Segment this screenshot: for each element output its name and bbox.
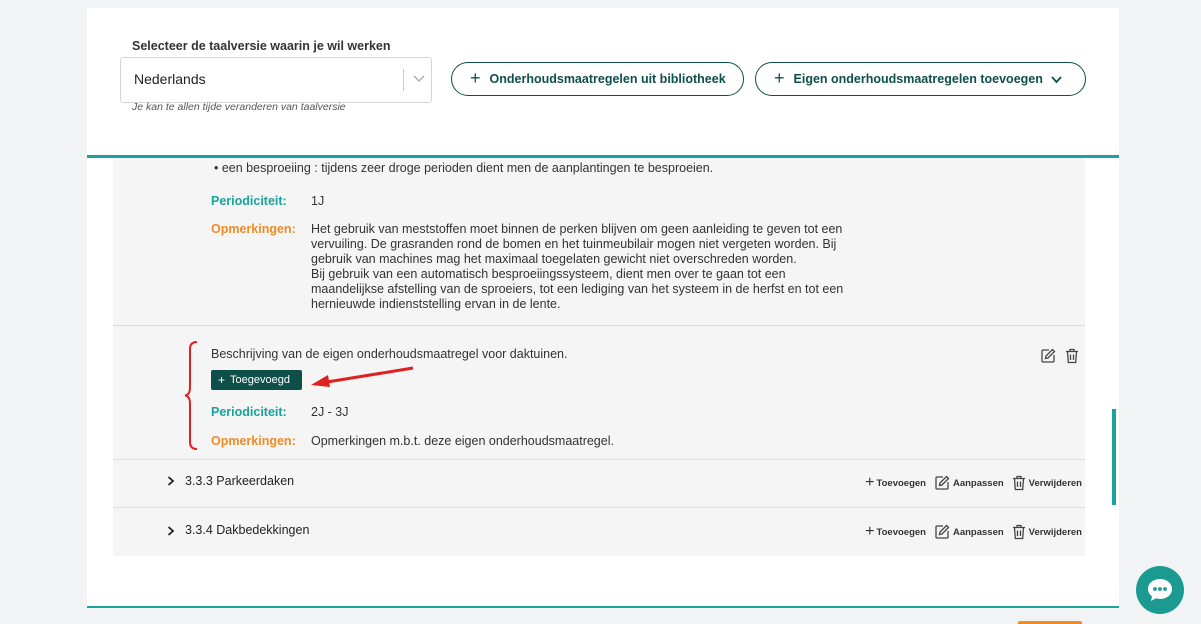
remarks-label: Opmerkingen: [211,222,296,236]
header-panel: Selecteer de taalversie waarin je wil we… [87,8,1119,158]
remarks-line: hernieuwde indienststelling ervan in de … [311,297,561,311]
chevron-right-icon[interactable] [167,476,175,486]
edit-icon[interactable] [1040,348,1056,364]
library-measures-button-label: Onderhoudsmaatregelen uit bibliotheek [489,72,726,86]
added-badge: + Toegevoegd [211,370,302,390]
remarks-line: vervuiling. De grasranden rond de bomen … [311,237,837,251]
delete-button-label: Verwijderen [1028,477,1082,489]
maintenance-card: Selecteer de taalversie waarin je wil we… [87,8,1119,608]
edit-icon [935,475,950,490]
periodicity-value: 1J [311,194,325,208]
card-bottom-divider [87,606,1119,608]
trash-icon [1012,524,1025,540]
delete-button-label: Verwijderen [1028,526,1082,538]
language-hint: Je kan te allen tijde veranderen van taa… [132,101,346,113]
chevron-down-icon [1051,75,1062,83]
row-divider [113,459,1085,460]
chevron-right-icon[interactable] [167,526,175,536]
annotation-bracket [184,341,198,450]
section-title[interactable]: 3.3.3 Parkeerdaken [185,474,294,488]
measure-bullet-text: • een besproeiing : tijdens zeer droge p… [214,161,714,175]
periodicity-value: 2J - 3J [311,405,349,419]
trash-icon[interactable] [1065,348,1079,364]
plus-icon: + [218,373,226,387]
edit-button[interactable]: Aanpassen [934,524,1004,540]
remarks-label: Opmerkingen: [211,434,296,448]
add-button-label: Toevoegen [876,477,926,489]
trash-icon [1012,475,1025,491]
plus-icon: + [470,67,481,88]
edit-button-label: Aanpassen [952,526,1004,538]
add-button[interactable]: + Toevoegen [865,523,926,541]
row-divider [113,507,1085,508]
remarks-line: maandelijkse afstelling van de sproeiers… [311,282,844,296]
added-badge-label: Toegevoegd [230,374,290,386]
select-separator [403,69,404,91]
section-title[interactable]: 3.3.4 Dakbedekkingen [185,523,309,537]
library-measures-button[interactable]: + Onderhoudsmaatregelen uit bibliotheek [451,62,744,96]
periodicity-label: Periodiciteit: [211,405,287,419]
remarks-line: Het gebruik van meststoffen moet binnen … [311,222,843,236]
edit-icon [935,524,950,539]
add-button[interactable]: + Toevoegen [865,474,926,492]
remarks-line: Bij gebruik van een automatisch besproei… [311,267,786,281]
add-own-measures-button[interactable]: + Eigen onderhoudsmaatregelen toevoegen [755,62,1086,96]
scroll-indicator[interactable] [1112,409,1116,505]
delete-button[interactable]: Verwijderen [1012,524,1082,540]
chevron-down-icon[interactable] [413,72,425,84]
periodicity-label: Periodiciteit: [211,194,287,208]
add-button-label: Toevoegen [876,526,926,538]
annotation-arrow [311,366,414,387]
language-select-value: Nederlands [134,71,206,87]
add-own-measures-button-label: Eigen onderhoudsmaatregelen toevoegen [793,72,1043,86]
measures-content[interactable]: • een besproeiing : tijdens zeer droge p… [113,158,1085,556]
section-actions: + Toevoegen Aanpassen Verwijderen [857,523,1082,541]
edit-button-label: Aanpassen [952,477,1004,489]
remarks-line: gebruik van machines mag het maximaal to… [311,252,797,266]
plus-icon: + [865,523,875,540]
chat-bubble-icon [1148,579,1172,601]
chat-button[interactable] [1136,566,1184,614]
delete-button[interactable]: Verwijderen [1012,475,1082,491]
edit-button[interactable]: Aanpassen [934,475,1004,491]
own-measure-description: Beschrijving van de eigen onderhoudsmaat… [211,347,568,361]
section-actions: + Toevoegen Aanpassen Verwijderen [857,474,1082,492]
plus-icon: + [865,474,875,491]
language-label: Selecteer de taalversie waarin je wil we… [132,39,391,53]
language-select[interactable]: Nederlands [120,57,432,103]
plus-icon: + [774,67,785,88]
remarks-value: Opmerkingen m.b.t. deze eigen onderhouds… [311,434,614,448]
row-divider [113,325,1085,326]
